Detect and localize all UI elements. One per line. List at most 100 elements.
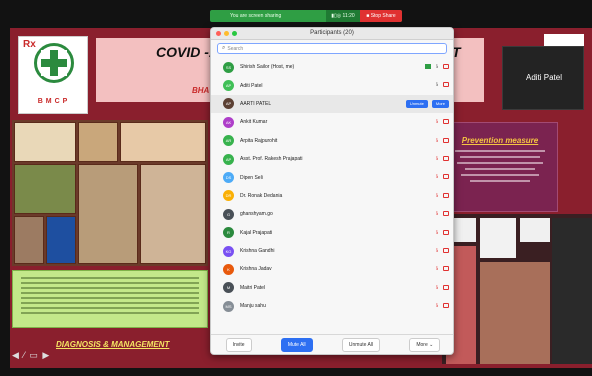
share-controls[interactable]: ▮▯◎ 11:20 [326, 10, 360, 22]
participant-name: Krishna Gandhi [240, 248, 275, 255]
photo [14, 122, 76, 162]
participant-row[interactable]: DR Dr. Ronak Dedania ⍸ [211, 187, 453, 205]
screen-share-bar: You are screen sharing ▮▯◎ 11:20 ■ Stop … [210, 10, 402, 22]
participant-row[interactable]: DS Dipen Seli ⍸ [211, 168, 453, 186]
avatar: G [223, 208, 234, 220]
participant-name: Maitri Patel [240, 284, 266, 291]
microphone-icon[interactable]: ⍸ [435, 229, 439, 236]
camera-icon[interactable] [443, 155, 449, 161]
participant-controls: ⍸ [435, 192, 449, 199]
avatar: M [223, 282, 234, 294]
microphone-icon[interactable]: ⍸ [435, 247, 439, 254]
panel-title: Participants (20) [310, 30, 354, 36]
video-tile[interactable]: Aditi Patel [502, 46, 584, 110]
participant-row[interactable]: SS Shirish Sailor (Host, me) ⍸ [211, 58, 453, 76]
participant-name: Aditi Patel [240, 82, 263, 89]
mute-all-button[interactable]: Mute All [280, 337, 313, 352]
participants-panel: Participants (20) ⌕ Search SS Shirish Sai… [210, 27, 454, 355]
participant-row[interactable]: K Krishna Jadav ⍸ [211, 260, 453, 278]
avatar: AP [223, 80, 234, 92]
photo [552, 218, 592, 364]
participant-row[interactable]: AR Arpita Rajpurohit ⍸ [211, 132, 453, 150]
participant-row[interactable]: Gghanshyam.go ⍸ [211, 205, 453, 223]
microphone-icon[interactable]: ⍸ [435, 210, 439, 217]
participant-controls: ⍸ [435, 302, 449, 309]
diagnosis-heading: DIAGNOSIS & MANAGEMENT [56, 340, 170, 349]
microphone-icon[interactable]: ⍸ [435, 192, 439, 199]
text-lines [21, 277, 199, 317]
avatar: DS [223, 172, 234, 184]
microphone-icon[interactable]: ⍸ [435, 265, 439, 272]
more-options-button[interactable]: More [431, 99, 449, 108]
avatar: R [223, 227, 234, 239]
participant-controls: ⍸ [435, 229, 449, 236]
avatar: AR [223, 135, 234, 147]
participant-row[interactable]: R Kajal Prajapati ⍸ [211, 224, 453, 242]
more-button[interactable]: More ⌄ [409, 337, 441, 352]
camera-icon[interactable] [443, 64, 449, 69]
participant-controls: ⍸ [435, 155, 449, 162]
avatar: K [223, 263, 234, 275]
participant-row[interactable]: MS Manju sahu ⍸ [211, 297, 453, 315]
microphone-icon[interactable]: ⍸ [435, 302, 439, 309]
microphone-icon[interactable]: ⍸ [435, 118, 439, 125]
participant-controls: ⍸ [435, 284, 449, 291]
screen: Rx BMCP COVID -1 T BHA DIAGNOSIS & MANAG… [0, 0, 592, 376]
avatar: MS [223, 300, 234, 312]
participant-controls: ⍸ [435, 81, 449, 88]
panel-footer: Invite Mute All Unmute All More ⌄ [211, 334, 453, 354]
camera-icon[interactable] [443, 266, 449, 272]
host-indicator-icon [425, 64, 432, 69]
participant-search-input[interactable]: ⌕ Search [217, 43, 447, 54]
camera-icon[interactable] [443, 247, 449, 253]
microphone-icon[interactable]: ⍸ [435, 284, 439, 291]
participant-name: AARTI PATEL [240, 100, 272, 107]
participant-row[interactable]: AP Aditi Patel ⍸ [211, 76, 453, 94]
photo [14, 164, 76, 214]
prevention-text-lines [452, 150, 548, 186]
stop-share-button[interactable]: ■ Stop Share [360, 10, 402, 22]
participant-name: Ankit Kumar [240, 119, 268, 126]
participant-controls: ⍸ [435, 118, 449, 125]
unmute-button[interactable]: Unmute [405, 99, 428, 108]
right-photo-collage [442, 214, 592, 364]
participant-row[interactable]: AK Ankit Kumar ⍸ [211, 113, 453, 131]
camera-icon[interactable] [443, 119, 449, 125]
camera-icon[interactable] [443, 303, 449, 309]
avatar: DR [223, 190, 234, 202]
slide-nav-icons[interactable]: ◀ ⁄ ▭ ▶ [12, 350, 50, 361]
search-icon: ⌕ [222, 45, 226, 51]
microphone-icon[interactable]: ⍸ [435, 63, 439, 70]
microphone-icon[interactable]: ⍸ [435, 173, 439, 180]
camera-icon[interactable] [443, 82, 449, 88]
participant-row[interactable]: AP Asst. Prof. Rakesh Prajapati ⍸ [211, 150, 453, 168]
participant-name: Asst. Prof. Rakesh Prajapati [240, 156, 303, 163]
unmute-all-button[interactable]: Unmute All [341, 337, 381, 352]
photo [480, 262, 550, 364]
avatar: SS [223, 61, 234, 73]
participant-row[interactable]: KG Krishna Gandhi ⍸ [211, 242, 453, 260]
microphone-icon[interactable]: ⍸ [435, 137, 439, 144]
participant-row[interactable]: M Maitri Patel ⍸ [211, 279, 453, 297]
camera-icon[interactable] [443, 192, 449, 198]
bmcp-logo: Rx BMCP [18, 36, 88, 114]
photo [120, 122, 206, 162]
participant-list: SS Shirish Sailor (Host, me) ⍸ AP Aditi Pate… [211, 58, 453, 315]
participant-row[interactable]: AP AARTI PATEL Unmute More [211, 94, 453, 114]
logo-text: BMCP [37, 98, 71, 105]
microphone-icon[interactable]: ⍸ [435, 155, 439, 162]
slide-title: COVID -1 [156, 44, 217, 60]
photo [14, 216, 44, 264]
microphone-icon[interactable]: ⍸ [435, 81, 439, 88]
photo [78, 122, 118, 162]
camera-icon[interactable] [443, 137, 449, 143]
prevention-heading: Prevention measure [461, 136, 539, 145]
camera-icon[interactable] [443, 284, 449, 290]
photo [78, 164, 138, 264]
camera-icon[interactable] [443, 229, 449, 235]
cross-icon [41, 50, 67, 76]
camera-icon[interactable] [443, 211, 449, 217]
invite-button[interactable]: Invite [225, 337, 252, 352]
participant-controls: ⍸ [435, 173, 449, 180]
camera-icon[interactable] [443, 174, 449, 180]
